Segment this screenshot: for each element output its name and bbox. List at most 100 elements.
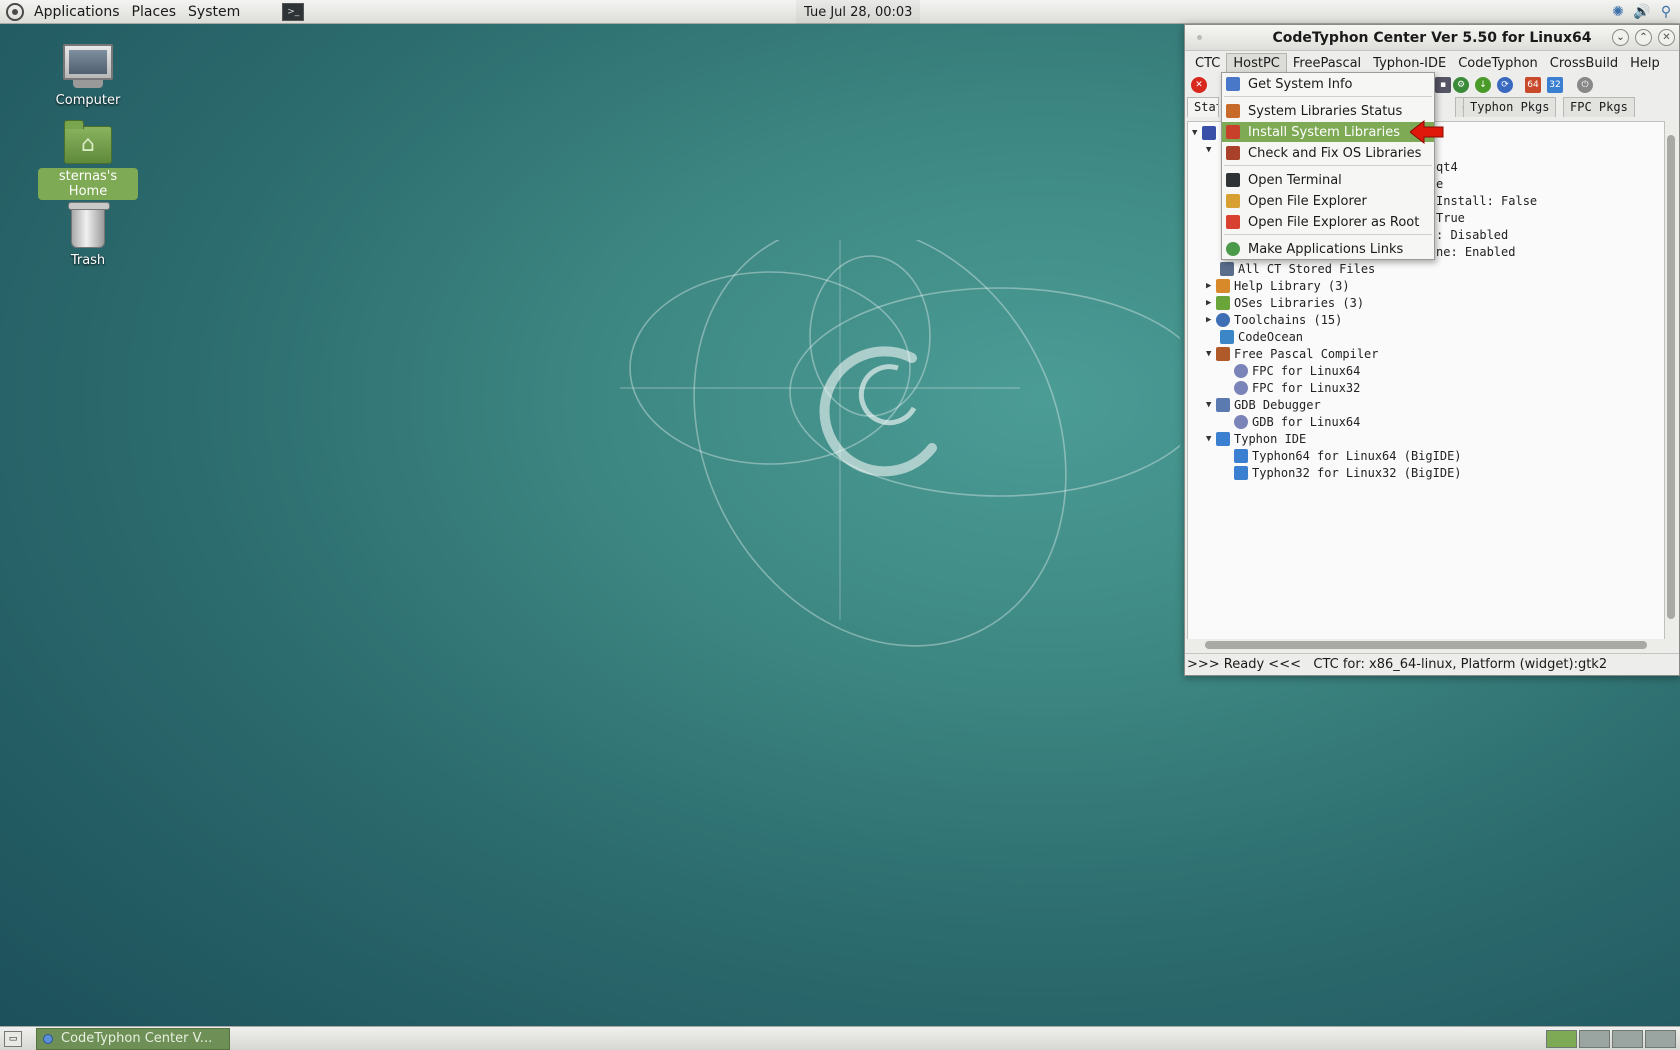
status-bar: >>> Ready <<< CTC for: x86_64-linux, Pla… (1185, 653, 1679, 675)
menu-item-system-libraries-status[interactable]: System Libraries Status (1222, 101, 1434, 121)
scroll-thumb[interactable] (1205, 641, 1647, 649)
network-swirl-icon[interactable]: ✺ (1608, 2, 1628, 22)
expand-arrow-icon[interactable]: ▼ (1206, 349, 1216, 359)
tool-build-icon[interactable]: ▪ (1435, 77, 1451, 93)
tree-item-oses-libraries[interactable]: ▶ OSes Libraries (3) (1206, 294, 1364, 312)
terminal-icon (1226, 173, 1240, 187)
tree-item-label: Typhon64 for Linux64 (BigIDE) (1252, 449, 1462, 463)
workspace-1[interactable] (1546, 1030, 1577, 1048)
tree-item-fpc-linux32[interactable]: FPC for Linux32 (1234, 379, 1360, 397)
vertical-scrollbar[interactable] (1665, 121, 1677, 647)
tree-item-label: GDB Debugger (1234, 398, 1321, 412)
expand-arrow-icon[interactable]: ▼ (1206, 400, 1216, 410)
menubar-codetyphon[interactable]: CodeTyphon (1452, 54, 1544, 73)
tree-item-label: Free Pascal Compiler (1234, 347, 1379, 361)
tree-item-codeocean[interactable]: CodeOcean (1220, 328, 1303, 346)
menubar-hostpc[interactable]: HostPC (1226, 53, 1287, 73)
tool-download-icon[interactable]: ↓ (1475, 77, 1491, 93)
gear-icon (1234, 364, 1248, 378)
tool-32-icon[interactable]: 32 (1547, 77, 1563, 93)
typhon32-icon (1234, 466, 1248, 480)
window-titlebar[interactable]: CodeTyphon Center Ver 5.50 for Linux64 ⌄… (1185, 25, 1679, 51)
folder-icon (1226, 194, 1240, 208)
collapsed-arrow-icon[interactable]: ▶ (1206, 315, 1216, 325)
tree-item-typhon-ide[interactable]: ▼ Typhon IDE (1206, 430, 1306, 448)
tool-power-icon[interactable]: ⏻ (1577, 77, 1593, 93)
workspace-4[interactable] (1645, 1030, 1676, 1048)
tab-fpc-pkgs[interactable]: FPC Pkgs (1563, 97, 1635, 117)
menu-item-open-file-explorer[interactable]: Open File Explorer (1222, 191, 1434, 211)
toolchain-gear-icon (1216, 313, 1230, 327)
tree-item-all-ct-stored-files[interactable]: All CT Stored Files (1220, 260, 1375, 278)
debian-logo-icon[interactable] (6, 2, 24, 21)
tree-value-text: ne: Enabled (1436, 245, 1516, 259)
desktop-icon-label: Trash (70, 253, 106, 268)
menubar-freepascal[interactable]: FreePascal (1287, 54, 1367, 73)
taskbar-item-codetyphon[interactable]: CodeTyphon Center V... (36, 1027, 230, 1050)
menubar-help[interactable]: Help (1624, 54, 1666, 73)
book-icon (1216, 279, 1230, 293)
tree-item-gdb-linux64[interactable]: GDB for Linux64 (1234, 413, 1360, 431)
terminal-launcher-icon[interactable]: >_ (282, 2, 305, 21)
menu-system[interactable]: System (182, 4, 246, 20)
tree-value: e (1436, 175, 1443, 193)
show-desktop-icon[interactable]: ▭ (4, 1030, 22, 1047)
monitor-stand (73, 80, 103, 88)
menu-item-install-system-libraries[interactable]: Install System Libraries (1222, 122, 1434, 142)
typhon-icon (1216, 432, 1230, 446)
root-folder-icon (1226, 215, 1240, 229)
maximize-button[interactable]: ⌃ (1635, 29, 1652, 46)
storage-icon (1220, 262, 1234, 276)
menu-item-check-fix-os-libraries[interactable]: Check and Fix OS Libraries (1222, 143, 1434, 163)
tree-item-typhon32[interactable]: Typhon32 for Linux32 (BigIDE) (1234, 464, 1462, 482)
tree-item-free-pascal-compiler[interactable]: ▼ Free Pascal Compiler (1206, 345, 1379, 363)
tool-64-icon[interactable]: 64 (1525, 77, 1541, 93)
tool-gear-green-icon[interactable]: ⚙ (1453, 77, 1469, 93)
menu-item-get-system-info[interactable]: Get System Info (1222, 74, 1434, 94)
expand-arrow-icon[interactable]: ▼ (1192, 128, 1202, 138)
volume-icon[interactable]: 🔊 (1632, 2, 1652, 22)
desktop-icon-computer[interactable]: Computer (38, 44, 138, 109)
scroll-thumb[interactable] (1667, 135, 1675, 619)
menubar-ctc[interactable]: CTC (1189, 54, 1226, 73)
bottom-panel: ▭ CodeTyphon Center V... (0, 1026, 1680, 1050)
collapsed-arrow-icon[interactable]: ▶ (1206, 281, 1216, 291)
desktop-icon-home[interactable]: sternas's Home (38, 120, 138, 200)
close-button[interactable]: ✕ (1658, 29, 1675, 46)
tree-root[interactable]: ▼ (1192, 124, 1220, 142)
menu-applications[interactable]: Applications (28, 4, 126, 20)
menu-item-open-file-explorer-root[interactable]: Open File Explorer as Root (1222, 212, 1434, 232)
tree-item-typhon64[interactable]: Typhon64 for Linux64 (BigIDE) (1234, 447, 1462, 465)
workspace-switcher (1546, 1030, 1676, 1048)
tree-row-platform[interactable]: ▼ (1206, 141, 1216, 159)
minimize-button[interactable]: ⌄ (1612, 29, 1629, 46)
expand-arrow-icon[interactable]: ▼ (1206, 145, 1216, 155)
collapsed-arrow-icon[interactable]: ▶ (1206, 298, 1216, 308)
desktop-icon-trash[interactable]: Trash (38, 202, 138, 269)
menu-item-label: Open File Explorer (1248, 193, 1367, 209)
tree-item-label: Typhon IDE (1234, 432, 1307, 446)
menubar-crossbuild[interactable]: CrossBuild (1544, 54, 1624, 73)
menubar-typhon-ide[interactable]: Typhon-IDE (1367, 54, 1452, 73)
tree-item-label: All CT Stored Files (1238, 262, 1376, 276)
search-icon[interactable]: ⚲ (1656, 2, 1676, 22)
tree-item-help-library[interactable]: ▶ Help Library (3) (1206, 277, 1350, 295)
menu-item-make-applications-links[interactable]: Make Applications Links (1222, 239, 1434, 259)
workspace-3[interactable] (1612, 1030, 1643, 1048)
tree-value: : Disabled (1436, 226, 1508, 244)
window-menu-icon[interactable] (1197, 35, 1202, 40)
tab-status[interactable]: Stat (1187, 97, 1219, 117)
tree-item-fpc-linux64[interactable]: FPC for Linux64 (1234, 362, 1360, 380)
expand-arrow-icon[interactable]: ▼ (1206, 434, 1216, 444)
tree-item-toolchains[interactable]: ▶ Toolchains (15) (1206, 311, 1342, 329)
stop-icon[interactable]: ✕ (1191, 77, 1207, 93)
link-icon (1226, 242, 1240, 256)
menu-item-open-terminal[interactable]: Open Terminal (1222, 170, 1434, 190)
horizontal-scrollbar[interactable] (1187, 639, 1667, 651)
clock[interactable]: Tue Jul 28, 00:03 (796, 0, 921, 24)
tool-refresh-icon[interactable]: ⟳ (1497, 77, 1513, 93)
tab-typhon-pkgs[interactable]: Typhon Pkgs (1463, 97, 1557, 117)
menu-places[interactable]: Places (126, 4, 183, 20)
tree-item-gdb-debugger[interactable]: ▼ GDB Debugger (1206, 396, 1321, 414)
workspace-2[interactable] (1579, 1030, 1610, 1048)
